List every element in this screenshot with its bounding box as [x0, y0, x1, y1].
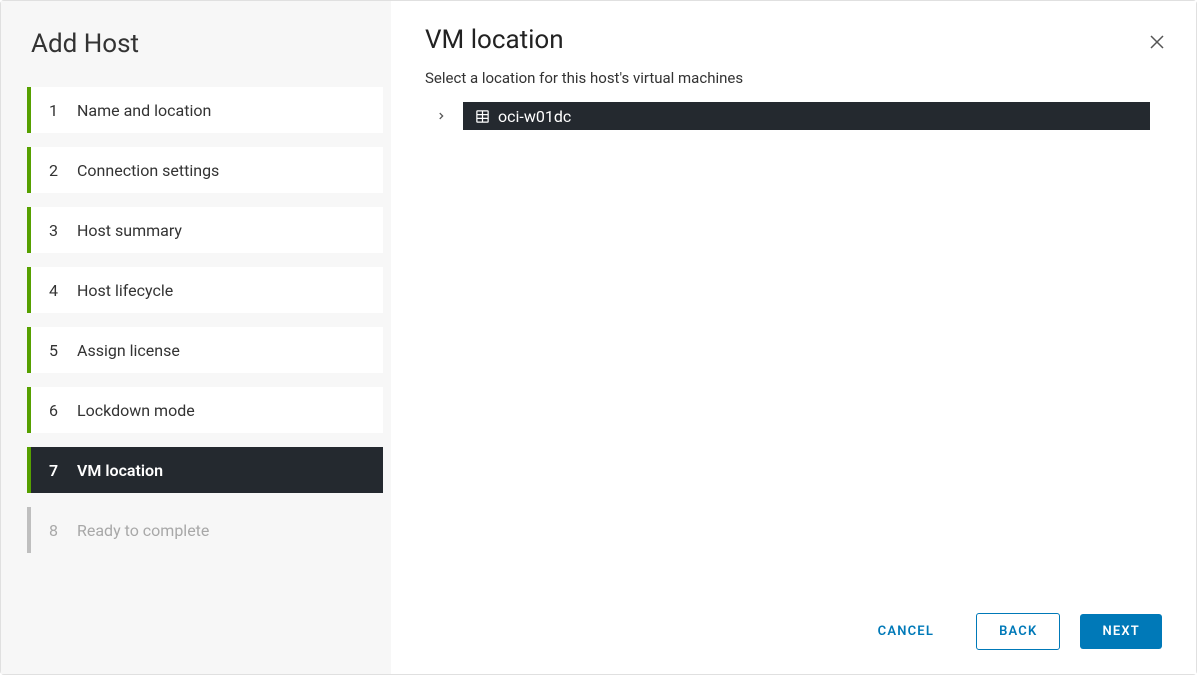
- step-host-lifecycle[interactable]: 4 Host lifecycle: [27, 267, 383, 313]
- step-label: Host lifecycle: [77, 281, 173, 300]
- step-number: 2: [49, 161, 63, 180]
- wizard-content: VM location Select a location for this h…: [391, 1, 1196, 674]
- tree-node-selected[interactable]: oci-w01dc: [463, 102, 1150, 130]
- close-button[interactable]: [1148, 33, 1166, 55]
- close-icon: [1148, 36, 1166, 55]
- step-number: 6: [49, 401, 63, 420]
- step-number: 8: [49, 521, 63, 540]
- next-button[interactable]: NEXT: [1080, 614, 1162, 649]
- step-host-summary[interactable]: 3 Host summary: [27, 207, 383, 253]
- step-number: 5: [49, 341, 63, 360]
- step-label: Host summary: [77, 221, 182, 240]
- tree-node-label: oci-w01dc: [498, 107, 571, 126]
- step-lockdown-mode[interactable]: 6 Lockdown mode: [27, 387, 383, 433]
- step-connection-settings[interactable]: 2 Connection settings: [27, 147, 383, 193]
- location-tree: oci-w01dc: [425, 101, 1162, 131]
- step-number: 4: [49, 281, 63, 300]
- step-label: Connection settings: [77, 161, 219, 180]
- step-label: Lockdown mode: [77, 401, 195, 420]
- add-host-wizard: Add Host 1 Name and location 2 Connectio…: [0, 0, 1197, 675]
- page-subtitle: Select a location for this host's virtua…: [425, 69, 1162, 87]
- step-label: VM location: [77, 461, 163, 480]
- wizard-sidebar: Add Host 1 Name and location 2 Connectio…: [1, 1, 391, 674]
- tree-row[interactable]: oci-w01dc: [425, 101, 1162, 131]
- wizard-steps: 1 Name and location 2 Connection setting…: [1, 87, 383, 553]
- step-ready-to-complete: 8 Ready to complete: [27, 507, 383, 553]
- step-number: 7: [49, 461, 63, 480]
- step-number: 1: [49, 101, 63, 120]
- step-number: 3: [49, 221, 63, 240]
- step-vm-location[interactable]: 7 VM location: [27, 447, 383, 493]
- cancel-button[interactable]: CANCEL: [856, 614, 956, 649]
- step-name-and-location[interactable]: 1 Name and location: [27, 87, 383, 133]
- step-label: Assign license: [77, 341, 180, 360]
- step-label: Ready to complete: [77, 521, 209, 540]
- step-label: Name and location: [77, 101, 211, 120]
- datacenter-icon: [475, 109, 490, 124]
- back-button[interactable]: BACK: [976, 613, 1060, 650]
- wizard-title: Add Host: [1, 25, 383, 87]
- page-title: VM location: [425, 25, 1162, 55]
- wizard-footer: CANCEL BACK NEXT: [425, 583, 1162, 650]
- chevron-right-icon[interactable]: [429, 111, 453, 121]
- step-assign-license[interactable]: 5 Assign license: [27, 327, 383, 373]
